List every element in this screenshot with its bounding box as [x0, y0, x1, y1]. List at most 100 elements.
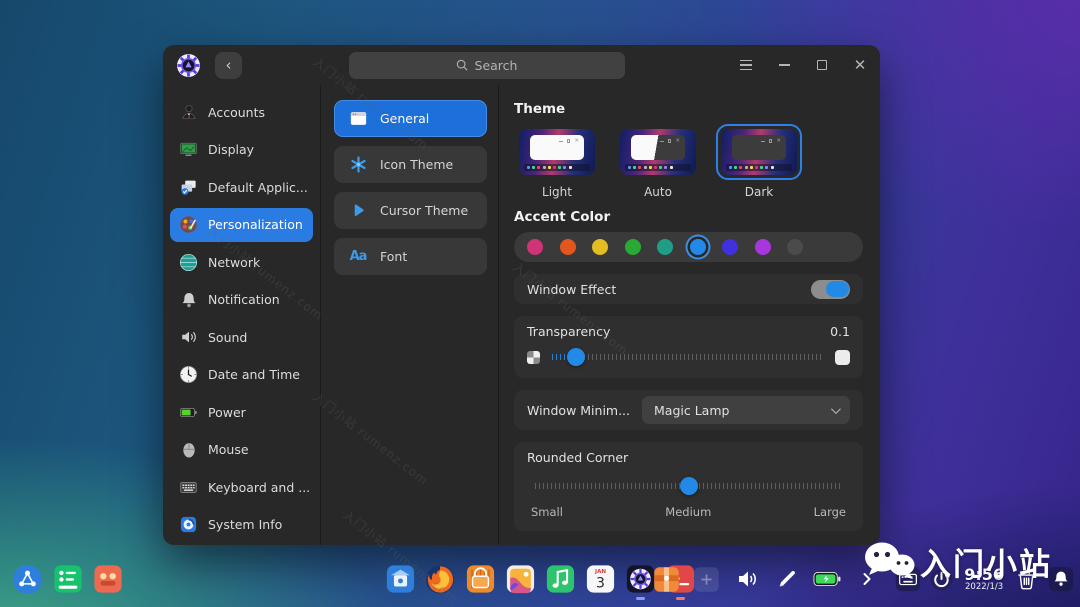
- tab-label: Font: [380, 249, 408, 264]
- tab-cursor-theme[interactable]: Cursor Theme: [334, 192, 487, 229]
- tray-power-icon[interactable]: [928, 566, 955, 593]
- dock-app-store-icon[interactable]: [465, 564, 496, 595]
- mark-small: Small: [531, 505, 563, 519]
- dock-volume-icon[interactable]: [731, 564, 762, 595]
- sidebar-item-system-info[interactable]: System Info: [170, 508, 313, 542]
- dock-music-icon[interactable]: [545, 564, 576, 595]
- sidebar-item-network[interactable]: Network: [170, 245, 313, 279]
- sidebar-item-label: Keyboard and ...: [208, 479, 311, 495]
- dock-screenshot-icon[interactable]: [691, 564, 722, 595]
- tab-label: Cursor Theme: [380, 203, 469, 218]
- sidebar-item-mouse[interactable]: Mouse: [170, 433, 313, 467]
- dock-battery-icon[interactable]: [811, 564, 842, 595]
- tray-notifications-icon[interactable]: [1047, 566, 1074, 593]
- system-info-icon: [179, 515, 198, 534]
- sidebar-item-label: Personalization: [208, 217, 303, 232]
- transparency-slider[interactable]: [552, 348, 823, 366]
- rounded-corner-label: Rounded Corner: [527, 450, 629, 465]
- accent-color-swatch[interactable]: [754, 239, 771, 255]
- default-apps-icon: [179, 178, 198, 197]
- tab-label: Icon Theme: [380, 157, 454, 172]
- dock-game-icon[interactable]: [92, 564, 123, 595]
- tab-font[interactable]: Aa Font: [334, 238, 487, 275]
- sidebar-item-personalization[interactable]: Personalization: [170, 207, 313, 242]
- sidebar-item-label: Sound: [208, 329, 248, 345]
- accent-color-swatch[interactable]: [559, 239, 576, 255]
- tab-general[interactable]: General: [334, 100, 487, 137]
- maximize-button[interactable]: [815, 58, 829, 72]
- svg-text:JAN: JAN: [593, 569, 605, 575]
- minimize-effect-label: Window Minim...: [527, 402, 631, 418]
- speaker-icon: [179, 328, 198, 347]
- clock[interactable]: 9:56 2022/1/3: [962, 564, 1006, 593]
- globe-icon: [179, 253, 198, 272]
- sidebar-item-keyboard-and[interactable]: Keyboard and ...: [170, 470, 313, 504]
- search-input[interactable]: Search: [348, 51, 625, 79]
- sidebar-item-label: Display: [208, 142, 255, 157]
- dock-files-icon[interactable]: [385, 564, 416, 595]
- dock-calendar-icon[interactable]: JAN 3: [585, 564, 616, 595]
- search-placeholder: Search: [474, 57, 518, 73]
- sidebar-item-label: Default Applic...: [208, 179, 308, 195]
- transparency-slider-handle[interactable]: [567, 348, 586, 366]
- settings-window: ‹ Search ✕ Accounts Display Default Applic…: [163, 45, 880, 545]
- desktop: 入门小站 rumenz.com 入门小站 rumenz.com 入门小站 rum…: [0, 0, 1080, 607]
- clock-time: 9:56: [964, 564, 1004, 584]
- menu-button[interactable]: [739, 58, 753, 72]
- theme-option-label: Auto: [644, 185, 672, 199]
- tray-keyboard-icon[interactable]: [894, 566, 921, 593]
- accent-color-swatch[interactable]: [689, 239, 706, 255]
- mouse-icon: [179, 440, 198, 459]
- theme-option-dark[interactable]: ✕ Dark: [716, 124, 802, 199]
- svg-text:3: 3: [596, 575, 605, 591]
- accent-color-swatch[interactable]: [787, 239, 803, 255]
- accent-color-swatch[interactable]: [657, 239, 673, 255]
- minimize-effect-dropdown[interactable]: Magic Lamp: [642, 396, 850, 424]
- tab-list: General Icon Theme Cursor Theme Aa Font: [320, 85, 498, 545]
- dock-package-icon[interactable]: [651, 564, 682, 595]
- dock-firefox-icon[interactable]: [425, 564, 456, 595]
- sidebar-item-display[interactable]: Display: [170, 133, 313, 167]
- search-icon: [456, 59, 468, 71]
- dock-expand-icon[interactable]: [851, 564, 882, 595]
- app-logo-icon: [176, 53, 201, 78]
- accent-color-swatch[interactable]: [592, 239, 608, 255]
- theme-preview-light: ✕: [519, 129, 595, 175]
- sidebar: Accounts Display Default Applic... Personal…: [163, 85, 320, 545]
- accent-heading: Accent Color: [514, 209, 611, 225]
- chevron-down-icon: [830, 403, 841, 414]
- close-button[interactable]: ✕: [853, 57, 867, 72]
- dock-photos-icon[interactable]: [505, 564, 536, 595]
- sidebar-item-label: Date and Time: [208, 367, 300, 382]
- dock-annotate-icon[interactable]: [771, 564, 802, 595]
- sidebar-item-power[interactable]: Power: [170, 395, 313, 429]
- sidebar-item-date-and-time[interactable]: Date and Time: [170, 358, 313, 392]
- sidebar-item-label: Network: [208, 254, 261, 270]
- sidebar-item-label: Mouse: [208, 442, 249, 457]
- theme-option-light[interactable]: ✕ Light: [514, 124, 600, 199]
- minimize-button[interactable]: [777, 58, 791, 72]
- window-effect-label: Window Effect: [527, 281, 617, 297]
- rounded-corner-slider-handle[interactable]: [679, 477, 698, 495]
- rounded-corner-slider[interactable]: [535, 477, 842, 495]
- dock-launcher-icon[interactable]: [12, 564, 43, 595]
- window-icon: [349, 110, 367, 128]
- tray-trash-icon[interactable]: [1013, 566, 1040, 593]
- tab-icon-theme[interactable]: Icon Theme: [334, 146, 487, 183]
- sidebar-item-accounts[interactable]: Accounts: [170, 95, 313, 129]
- transparency-value: 0.1: [830, 324, 850, 339]
- sidebar-item-default-applic[interactable]: Default Applic...: [170, 170, 313, 204]
- back-button[interactable]: ‹: [215, 51, 242, 79]
- sidebar-item-label: Notification: [208, 292, 280, 307]
- accent-color-swatch[interactable]: [624, 239, 641, 255]
- dock-tasks-icon[interactable]: [52, 564, 83, 595]
- theme-option-auto[interactable]: ✕ Auto: [615, 124, 701, 199]
- font-icon: Aa: [349, 249, 368, 264]
- minimize-effect-value: Magic Lamp: [654, 402, 730, 418]
- sidebar-item-sound[interactable]: Sound: [170, 320, 313, 354]
- window-effect-toggle[interactable]: [811, 279, 850, 299]
- content-pane: Theme ✕ Light ✕ Auto ✕ Dark Accent Color Wind…: [498, 85, 880, 545]
- accent-color-swatch[interactable]: [527, 239, 543, 255]
- accent-color-swatch[interactable]: [722, 239, 738, 255]
- sidebar-item-notification[interactable]: Notification: [170, 283, 313, 317]
